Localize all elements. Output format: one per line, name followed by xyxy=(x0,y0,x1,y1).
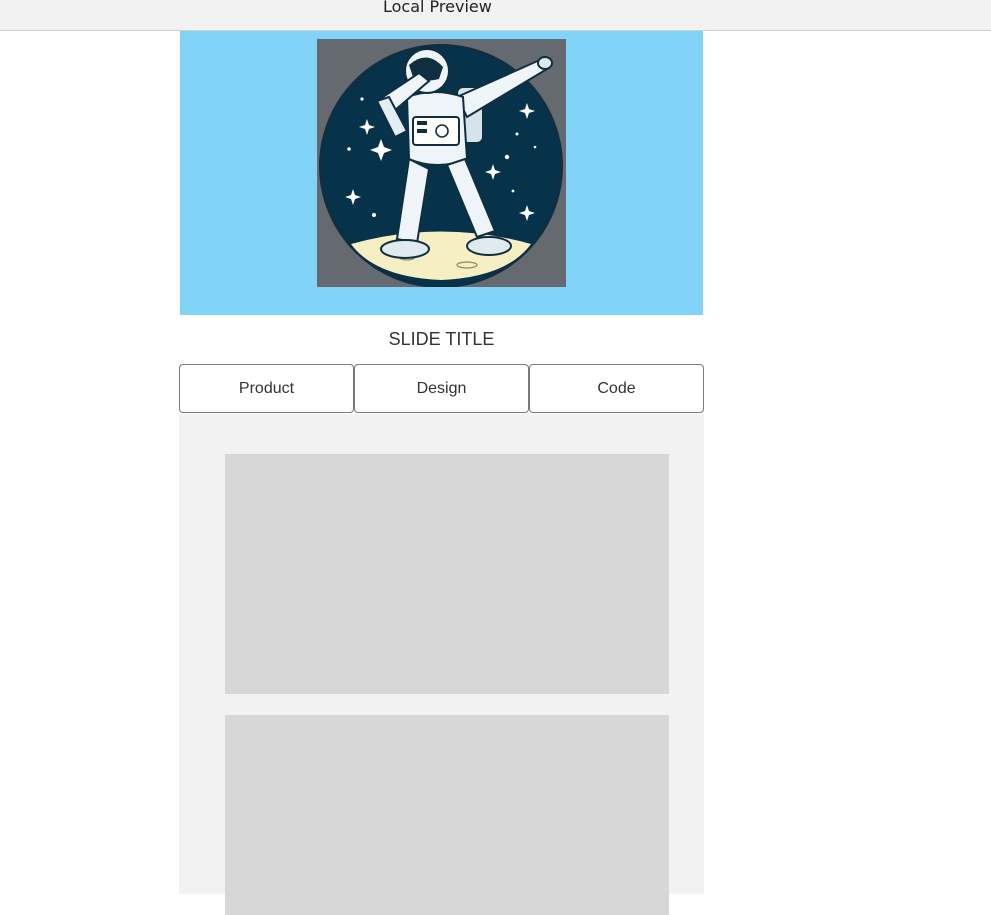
preview-header: Local Preview xyxy=(0,0,991,31)
slide-title: SLIDE TITLE xyxy=(388,329,495,349)
hero-banner xyxy=(180,31,703,315)
placeholder-card-2 xyxy=(225,715,669,915)
tab-content-panel xyxy=(179,414,704,915)
tab-code[interactable]: Code xyxy=(529,364,704,413)
tab-product[interactable]: Product xyxy=(179,364,354,413)
window-title: Local Preview xyxy=(383,0,492,16)
tab-bar: Product Design Code xyxy=(179,364,704,414)
astronaut-illustration xyxy=(317,39,566,287)
placeholder-card-1 xyxy=(225,454,669,694)
tab-design[interactable]: Design xyxy=(354,364,529,413)
